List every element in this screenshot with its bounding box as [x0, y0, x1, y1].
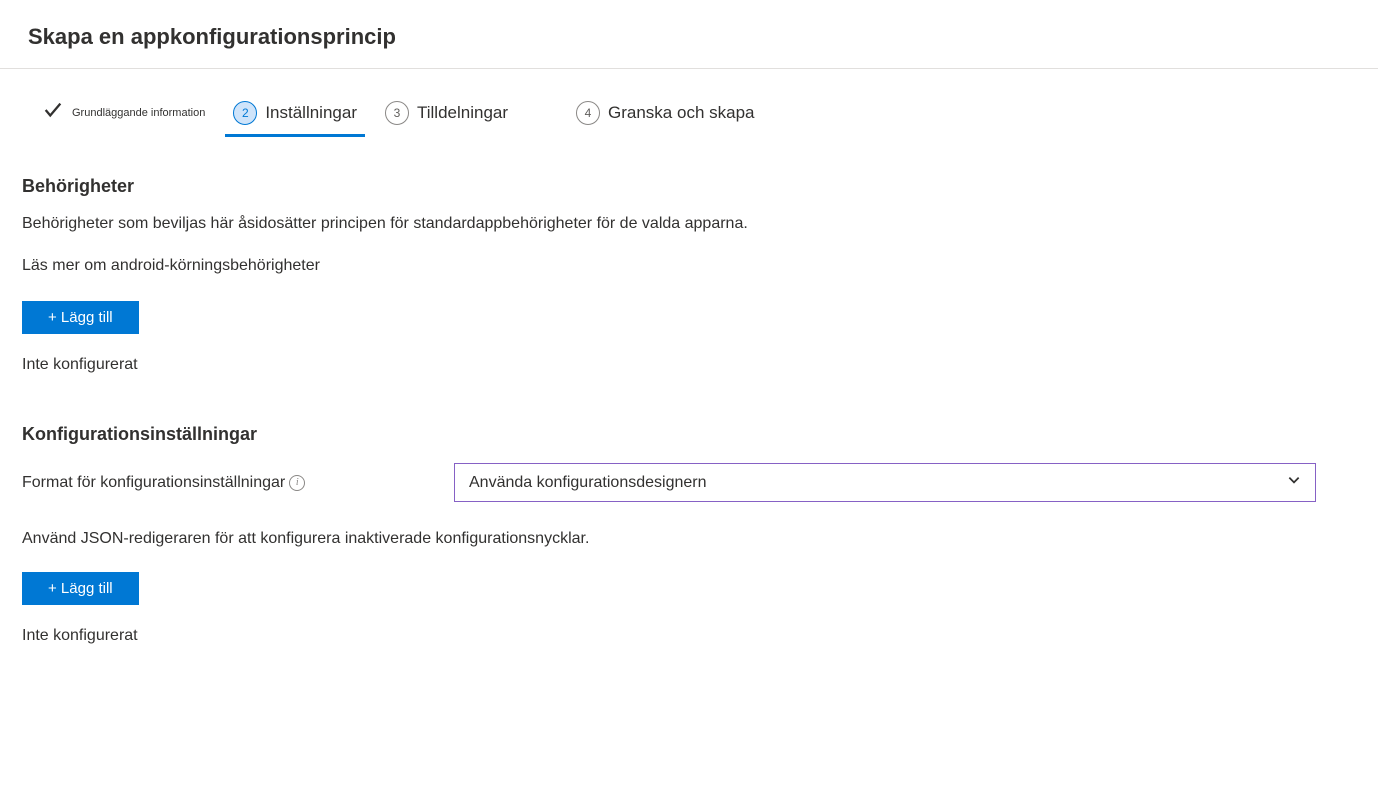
chevron-down-icon — [1287, 473, 1301, 492]
config-format-label: Format för konfigurationsinställningar i — [22, 474, 454, 492]
config-format-dropdown[interactable]: Använda konfigurationsdesignern — [454, 463, 1316, 502]
permissions-heading: Behörigheter — [22, 176, 1356, 197]
step-label: Grundläggande information — [72, 107, 205, 119]
json-editor-helper: Använd JSON-redigeraren för att konfigur… — [22, 530, 1356, 548]
permissions-status: Inte konfigurerat — [22, 356, 1356, 374]
dropdown-value: Använda konfigurationsdesignern — [469, 474, 707, 492]
config-format-row: Format för konfigurationsinställningar i… — [22, 463, 1356, 502]
step-number: 2 — [233, 101, 257, 125]
config-status: Inte konfigurerat — [22, 627, 1356, 645]
permissions-learn-more-link[interactable]: Läs mer om android-körningsbehörigheter — [22, 257, 1356, 275]
page-title: Skapa en appkonfigurationsprincip — [0, 0, 1378, 69]
step-label: Granska och skapa — [608, 103, 754, 123]
main-content: Grundläggande information 2 Inställninga… — [0, 69, 1378, 735]
config-heading: Konfigurationsinställningar — [22, 424, 1356, 445]
step-label: Inställningar — [265, 103, 357, 123]
step-review-create[interactable]: 4 Granska och skapa — [576, 101, 754, 135]
step-number: 4 — [576, 101, 600, 125]
wizard-steps: Grundläggande information 2 Inställninga… — [22, 99, 1356, 136]
step-basic-info[interactable]: Grundläggande information — [42, 99, 205, 136]
step-settings[interactable]: 2 Inställningar — [233, 101, 357, 135]
add-config-button[interactable]: + Lägg till — [22, 572, 139, 605]
checkmark-icon — [42, 99, 64, 126]
label-text: Format för konfigurationsinställningar — [22, 474, 285, 492]
add-permission-button[interactable]: + Lägg till — [22, 301, 139, 334]
info-icon[interactable]: i — [289, 475, 305, 491]
step-number: 3 — [385, 101, 409, 125]
step-assignments[interactable]: 3 Tilldelningar — [385, 101, 508, 135]
permissions-description: Behörigheter som beviljas här åsidosätte… — [22, 215, 1356, 233]
step-label: Tilldelningar — [417, 103, 508, 123]
